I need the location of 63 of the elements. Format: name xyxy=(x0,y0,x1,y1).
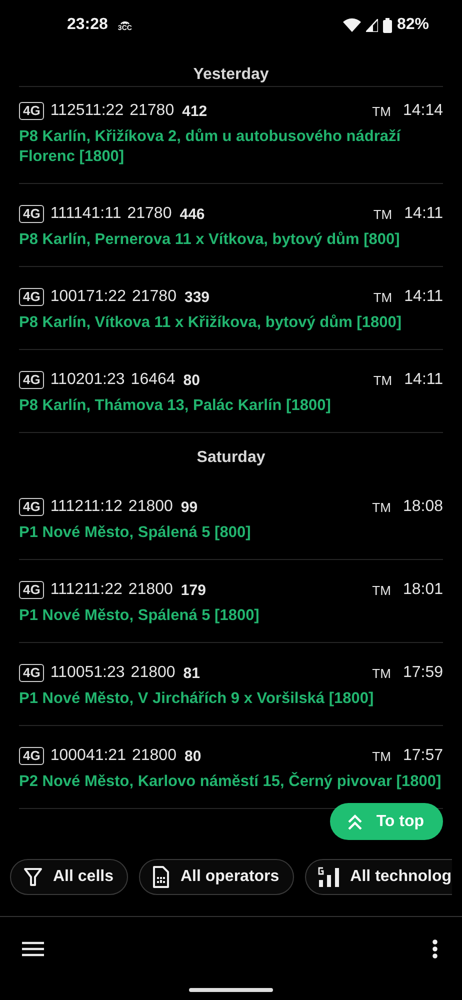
tac-number: 21800 xyxy=(130,664,176,682)
clock: 23:28 xyxy=(67,16,108,34)
cell-location: P1 Nové Město, Spálená 5 [800] xyxy=(19,524,251,541)
cell-location: P2 Nové Město, Karlovo náměstí 15, Černý pivovar [1800] xyxy=(19,773,442,790)
cell-id: 100041:21 xyxy=(50,747,126,765)
technology-badge: 4G xyxy=(19,205,44,223)
time-label: 14:14 xyxy=(402,102,443,120)
operator-label: TM xyxy=(372,104,391,118)
pci-number: 339 xyxy=(184,288,210,306)
operator-label: TM xyxy=(372,666,391,680)
cell-id: 110051:23 xyxy=(50,664,125,682)
cell-location: P1 Nové Město, V Jirchářích 9 x Voršilská [1800] xyxy=(19,690,374,707)
cell-location: P8 Karlín, Pernerova 11 x Vítkova, bytový dům [800] xyxy=(19,231,400,248)
cell-id: 110201:23 xyxy=(50,371,125,389)
operator-label: TM xyxy=(372,500,391,514)
time-label: 18:08 xyxy=(402,498,443,516)
technology-badge: 4G xyxy=(19,371,44,389)
pci-number: 446 xyxy=(180,206,205,222)
pci-number: 80 xyxy=(183,372,200,388)
operator-label: TM xyxy=(373,372,392,388)
pci-number: 179 xyxy=(180,582,206,598)
technology-badge: 4G xyxy=(19,288,44,306)
day-heading: Saturday xyxy=(196,448,266,468)
tac-number: 21780 xyxy=(130,102,174,120)
time-label: 18:01 xyxy=(402,581,443,599)
filter-chip[interactable]: All cells xyxy=(10,859,128,895)
pci-number: 80 xyxy=(184,748,202,764)
cell-location: P8 Karlín, Vítkova 11 x Křižíkova, bytový dům [1800] xyxy=(19,314,402,331)
time-label: 14:11 xyxy=(404,371,443,389)
operator-label: TM xyxy=(373,206,392,222)
cell-id: 111211:12 xyxy=(50,498,122,516)
pci-number: 412 xyxy=(182,102,208,120)
cell-id: 111141:11 xyxy=(50,205,122,223)
technology-badge: 4G xyxy=(19,498,44,516)
cell-location: P8 Karlín, Křižíkova 2, dům u autobusového nádraží Florenc [1800] xyxy=(19,128,401,165)
day-heading: Yesterday xyxy=(193,65,269,85)
time-label: 17:59 xyxy=(402,664,443,682)
time-label: 14:11 xyxy=(404,205,443,223)
time-label: 14:11 xyxy=(404,288,443,306)
cell-location: P1 Nové Město, Spálená 5 [1800] xyxy=(19,607,260,624)
cell-location: P8 Karlín, Thámova 13, Palác Karlín [1800] xyxy=(19,397,331,414)
technology-badge: 4G xyxy=(19,747,44,765)
operator-label: TM xyxy=(372,582,391,598)
operator-label: TM xyxy=(373,290,392,304)
tac-number: 21780 xyxy=(132,288,176,306)
operator-label: TM xyxy=(372,748,391,764)
tac-number: 21800 xyxy=(132,747,176,765)
time-label: 17:57 xyxy=(402,747,443,765)
pci-number: 99 xyxy=(180,498,198,516)
tac-number: 21800 xyxy=(128,498,173,516)
technology-badge: 4G xyxy=(19,664,44,682)
filter-chip[interactable]: All operators xyxy=(139,859,294,895)
pci-number: 81 xyxy=(183,664,200,682)
filter-chip[interactable]: All technolog xyxy=(305,859,452,895)
cell-id: 111211:22 xyxy=(50,581,122,599)
cell-id: 112511:22 xyxy=(50,102,124,120)
cell-id: 100171:22 xyxy=(50,288,126,306)
tac-number: 21800 xyxy=(128,581,173,599)
technology-badge: 4G xyxy=(19,581,44,599)
battery-percent: 82% xyxy=(396,16,429,34)
tac-number: 21780 xyxy=(127,205,172,223)
technology-badge: 4G xyxy=(19,102,44,120)
tac-number: 16464 xyxy=(130,371,176,389)
